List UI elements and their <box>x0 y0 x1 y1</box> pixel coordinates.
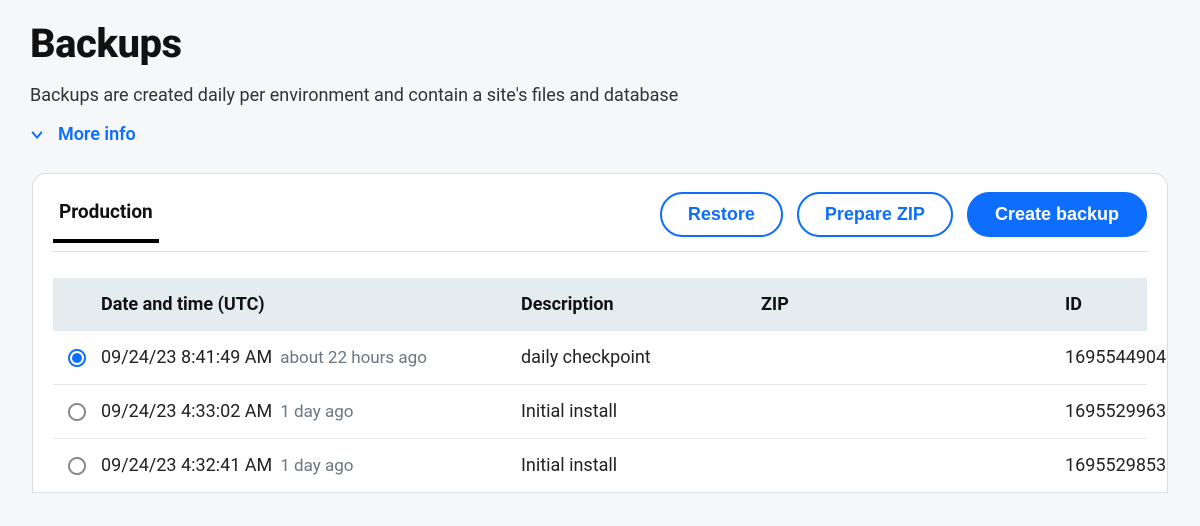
description-cell: Initial install <box>521 401 761 422</box>
datetime-ago: about 22 hours ago <box>280 348 427 368</box>
chevron-down-icon <box>30 128 44 142</box>
more-info-toggle[interactable]: More info <box>30 124 136 145</box>
datetime-value: 09/24/23 8:41:49 AM <box>101 347 272 368</box>
more-info-label: More info <box>58 124 136 145</box>
page-subtitle: Backups are created daily per environmen… <box>30 85 1170 106</box>
table-row[interactable]: 09/24/23 4:32:41 AM 1 day ago Initial inst… <box>53 439 1147 492</box>
table-header-row: Date and time (UTC) Description ZIP ID <box>53 278 1147 331</box>
datetime-value: 09/24/23 4:32:41 AM <box>101 455 272 476</box>
th-zip: ZIP <box>761 294 961 315</box>
th-datetime: Date and time (UTC) <box>101 294 521 315</box>
id-cell: 1695529963 <box>961 401 1166 422</box>
backups-card: Production Restore Prepare ZIP Create ba… <box>32 173 1168 493</box>
table-row[interactable]: 09/24/23 4:33:02 AM 1 day ago Initial inst… <box>53 385 1147 439</box>
radio-cell <box>53 349 101 367</box>
table-body: 09/24/23 8:41:49 AM about 22 hours ago dai… <box>53 331 1147 492</box>
th-description: Description <box>521 294 761 315</box>
table-row[interactable]: 09/24/23 8:41:49 AM about 22 hours ago dai… <box>53 331 1147 385</box>
tab-production[interactable]: Production <box>53 200 159 243</box>
datetime-value: 09/24/23 4:33:02 AM <box>101 401 272 422</box>
restore-button[interactable]: Restore <box>660 192 783 237</box>
radio-cell <box>53 403 101 421</box>
datetime-cell: 09/24/23 8:41:49 AM about 22 hours ago <box>101 347 521 368</box>
datetime-ago: 1 day ago <box>280 456 353 476</box>
th-id: ID <box>961 294 1147 315</box>
create-backup-button[interactable]: Create backup <box>967 192 1147 237</box>
actions-group: Restore Prepare ZIP Create backup <box>660 192 1147 251</box>
tabs-row: Production Restore Prepare ZIP Create ba… <box>53 192 1147 252</box>
radio-cell <box>53 457 101 475</box>
datetime-ago: 1 day ago <box>280 402 353 422</box>
datetime-cell: 09/24/23 4:32:41 AM 1 day ago <box>101 455 521 476</box>
description-cell: Initial install <box>521 455 761 476</box>
id-cell: 1695529853 <box>961 455 1166 476</box>
row-radio[interactable] <box>68 403 86 421</box>
row-radio[interactable] <box>68 349 86 367</box>
backups-table: Date and time (UTC) Description ZIP ID 0… <box>53 278 1147 492</box>
description-cell: daily checkpoint <box>521 347 761 368</box>
page-title: Backups <box>30 20 1170 67</box>
prepare-zip-button[interactable]: Prepare ZIP <box>797 192 953 237</box>
datetime-cell: 09/24/23 4:33:02 AM 1 day ago <box>101 401 521 422</box>
id-cell: 1695544904 <box>961 347 1166 368</box>
row-radio[interactable] <box>68 457 86 475</box>
